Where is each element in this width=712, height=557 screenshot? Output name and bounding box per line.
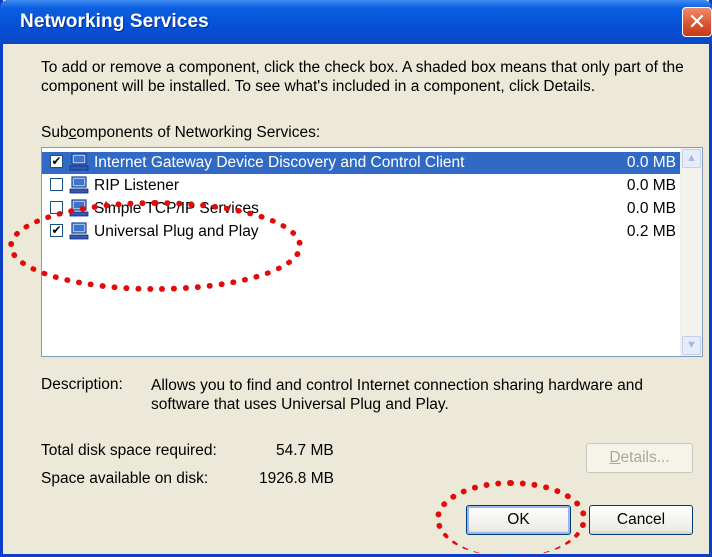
component-label: Internet Gateway Device Discovery and Co…	[94, 154, 465, 171]
instructions-text: To add or remove a component, click the …	[41, 59, 684, 95]
details-button-label: etails...	[620, 449, 670, 466]
description-label: Description:	[41, 376, 123, 393]
details-access-key: D	[609, 449, 621, 466]
close-button[interactable]: ✕	[682, 7, 712, 37]
network-computer-icon	[69, 222, 89, 240]
disk-available-label: Space available on disk:	[41, 470, 209, 487]
disk-available-value: 1926.8 MB	[259, 470, 334, 487]
cancel-button[interactable]: Cancel	[589, 505, 693, 535]
listbox-scrollbar[interactable]: ▲ ▼	[680, 148, 702, 356]
scroll-down-button[interactable]: ▼	[682, 336, 701, 355]
network-computer-icon	[69, 153, 89, 171]
window-title: Networking Services	[20, 11, 209, 32]
checkbox-rip-listener[interactable]	[50, 178, 63, 191]
subcomponents-label: Subcomponents of Networking Services:	[41, 124, 320, 142]
network-computer-icon	[69, 176, 89, 194]
checkbox-internet-gateway[interactable]: ✔	[50, 155, 63, 168]
disk-required-label: Total disk space required:	[41, 442, 217, 459]
component-row-rip-listener[interactable]: RIP Listener 0.0 MB	[42, 175, 680, 197]
component-label: Universal Plug and Play	[94, 223, 259, 240]
component-row-universal-plug-and-play[interactable]: ✔ Universal Plug and Play 0.2 MB	[42, 221, 680, 243]
checkbox-universal-plug-and-play[interactable]: ✔	[50, 224, 63, 237]
description-text: Allows you to find and control Internet …	[151, 377, 643, 413]
ok-button-label: OK	[507, 511, 530, 528]
checkbox-simple-tcpip[interactable]	[50, 201, 63, 214]
disk-required-value: 54.7 MB	[276, 442, 334, 459]
component-size: 0.0 MB	[626, 200, 676, 217]
networking-services-dialog: Networking Services ✕ To add or remove a…	[0, 0, 712, 557]
components-listbox[interactable]: ✔ Internet Gateway Device Discovery and …	[41, 147, 703, 357]
component-size: 0.0 MB	[626, 177, 676, 194]
component-row-simple-tcpip[interactable]: Simple TCP/IP Services 0.0 MB	[42, 198, 680, 220]
ok-button[interactable]: OK	[466, 505, 571, 535]
component-size: 0.2 MB	[626, 223, 676, 240]
details-button[interactable]: Details...	[586, 443, 693, 473]
subcomponents-label-part: Sub	[41, 124, 69, 141]
cancel-button-label: Cancel	[616, 511, 666, 528]
component-size: 0.0 MB	[626, 154, 676, 171]
title-bar[interactable]: Networking Services ✕	[0, 0, 712, 44]
close-icon: ✕	[687, 9, 707, 34]
component-label: RIP Listener	[94, 177, 180, 194]
scroll-up-button[interactable]: ▲	[682, 149, 701, 168]
subcomponents-label-part: omponents of Networking Services:	[76, 124, 321, 141]
network-computer-icon	[69, 199, 89, 217]
component-label: Simple TCP/IP Services	[94, 200, 259, 217]
component-row-internet-gateway[interactable]: ✔ Internet Gateway Device Discovery and …	[42, 152, 680, 174]
